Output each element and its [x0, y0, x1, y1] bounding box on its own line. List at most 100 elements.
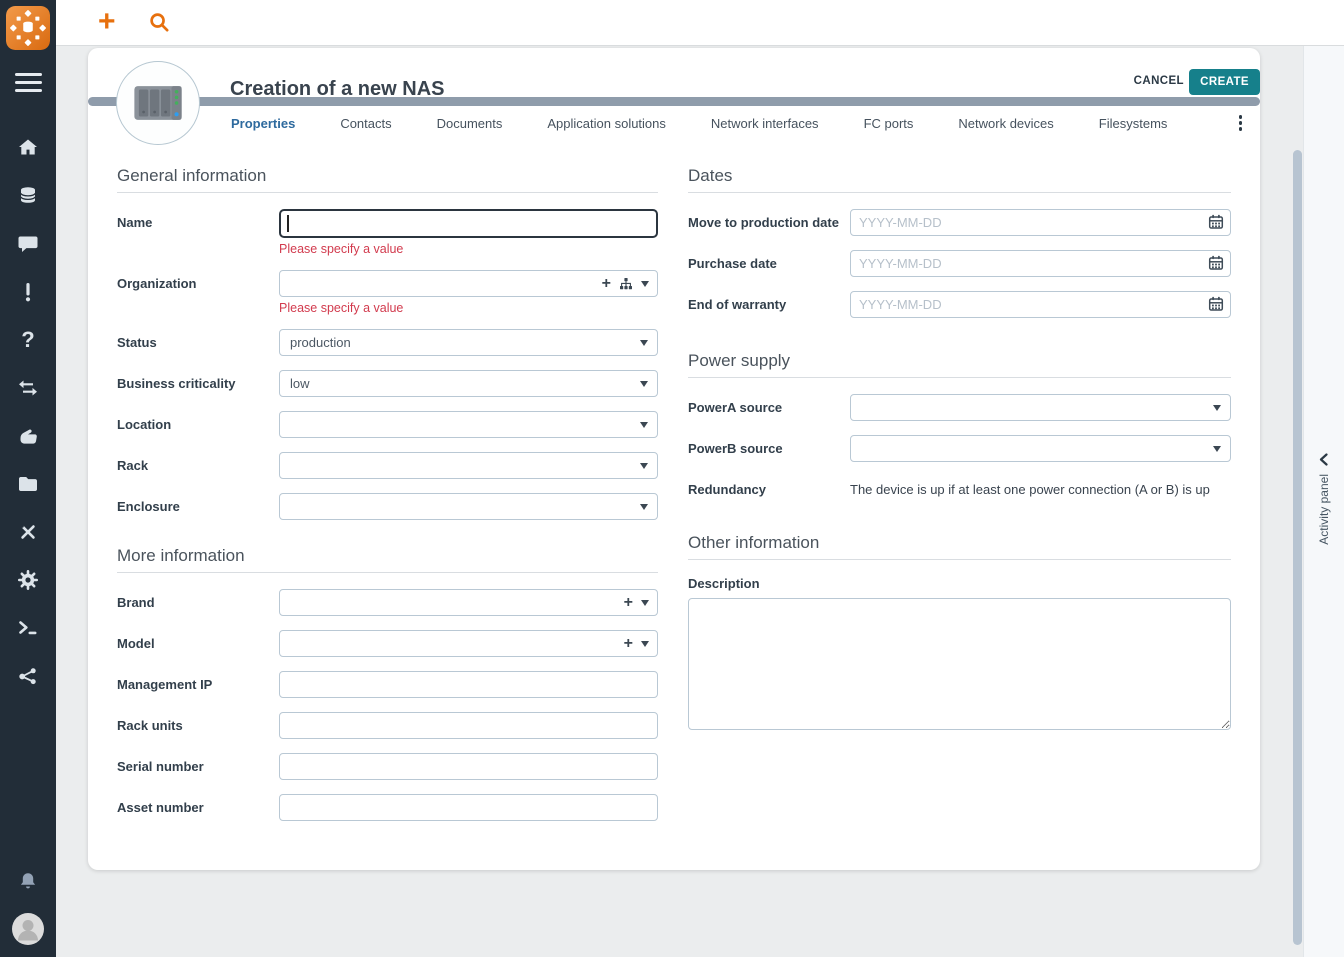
field-redundancy: Redundancy The device is up if at least …: [688, 476, 1231, 497]
activity-panel-label[interactable]: Activity panel: [1317, 474, 1331, 545]
field-powera-source-label: PowerA source: [688, 400, 783, 415]
rack-units-input[interactable]: [279, 712, 658, 739]
field-rack: Rack: [117, 452, 658, 479]
calendar-icon[interactable]: [1208, 296, 1224, 312]
section-title-dates: Dates: [688, 166, 1231, 193]
nas-icon: [116, 61, 200, 145]
move-to-production-input[interactable]: [850, 209, 1231, 236]
settings-icon[interactable]: [16, 568, 40, 592]
changes-icon[interactable]: [16, 376, 40, 400]
brand-input[interactable]: [279, 589, 658, 616]
field-name-label: Name: [117, 215, 153, 230]
dropdown-icon[interactable]: [641, 280, 649, 287]
dropdown-icon: [640, 381, 648, 387]
dropdown-icon: [1213, 446, 1221, 452]
collapse-icon[interactable]: [1318, 453, 1329, 466]
field-description: Description: [688, 576, 1231, 730]
add-icon[interactable]: +: [98, 2, 116, 42]
add-brand-icon[interactable]: +: [624, 594, 633, 611]
enclosure-select[interactable]: [279, 493, 658, 520]
data-icon[interactable]: [16, 184, 40, 208]
calendar-icon[interactable]: [1208, 255, 1224, 271]
top-toolbar: +: [56, 0, 1344, 46]
tab-properties[interactable]: Properties: [231, 116, 295, 131]
add-organization-icon[interactable]: +: [602, 275, 611, 292]
location-select[interactable]: [279, 411, 658, 438]
app-logo-icon[interactable]: [6, 6, 50, 50]
sidebar-nav: ?: [16, 136, 40, 688]
criticality-value: low: [290, 376, 310, 391]
tab-documents[interactable]: Documents: [437, 116, 503, 131]
tab-contacts[interactable]: Contacts: [340, 116, 391, 131]
dropdown-icon[interactable]: [641, 599, 649, 606]
sidebar-bottom: [12, 869, 44, 945]
field-purchase-date: Purchase date: [688, 250, 1231, 277]
field-end-of-warranty: End of warranty: [688, 291, 1231, 318]
asset-number-input[interactable]: [279, 794, 658, 821]
menu-icon[interactable]: [14, 73, 42, 92]
share-icon[interactable]: [16, 664, 40, 688]
powerb-source-select[interactable]: [850, 435, 1231, 462]
serial-number-input[interactable]: [279, 753, 658, 780]
field-rack-units-label: Rack units: [117, 718, 183, 733]
dropdown-icon: [640, 504, 648, 510]
powera-source-select[interactable]: [850, 394, 1231, 421]
field-purchase-date-label: Purchase date: [688, 256, 777, 271]
name-input[interactable]: [279, 209, 658, 238]
calendar-icon[interactable]: [1208, 214, 1224, 230]
model-input[interactable]: [279, 630, 658, 657]
create-button[interactable]: CREATE: [1189, 69, 1260, 95]
dropdown-icon: [640, 463, 648, 469]
field-management-ip-label: Management IP: [117, 677, 213, 692]
field-organization-label: Organization: [117, 276, 197, 291]
header-divider-bar: [88, 97, 1260, 106]
management-ip-input[interactable]: [279, 671, 658, 698]
section-title-power: Power supply: [688, 351, 1231, 378]
more-icon[interactable]: [1233, 112, 1249, 134]
notifications-icon[interactable]: [16, 869, 40, 893]
vertical-scrollbar[interactable]: [1293, 150, 1302, 945]
search-icon[interactable]: [148, 11, 171, 34]
description-textarea[interactable]: [688, 598, 1231, 730]
end-of-warranty-input[interactable]: [850, 291, 1231, 318]
configuration-icon[interactable]: [16, 472, 40, 496]
criticality-select[interactable]: low: [279, 370, 658, 397]
tools-icon[interactable]: [16, 520, 40, 544]
text-cursor: [287, 215, 289, 232]
tab-application-solutions[interactable]: Application solutions: [547, 116, 666, 131]
field-organization: Organization + Please specify a value: [117, 270, 658, 315]
rack-select[interactable]: [279, 452, 658, 479]
tab-network-devices[interactable]: Network devices: [958, 116, 1053, 131]
org-tree-icon[interactable]: [619, 277, 633, 291]
tab-fc-ports[interactable]: FC ports: [864, 116, 914, 131]
field-status: Status production: [117, 329, 658, 356]
field-model-label: Model: [117, 636, 155, 651]
sidebar: ?: [0, 0, 56, 957]
field-enclosure: Enclosure: [117, 493, 658, 520]
chat-icon[interactable]: [16, 232, 40, 256]
tab-network-interfaces[interactable]: Network interfaces: [711, 116, 819, 131]
add-model-icon[interactable]: +: [624, 635, 633, 652]
field-criticality: Business criticality low: [117, 370, 658, 397]
cancel-button[interactable]: CANCEL: [1128, 74, 1190, 88]
user-avatar[interactable]: [12, 913, 44, 945]
console-icon[interactable]: [16, 616, 40, 640]
help-icon[interactable]: ?: [16, 328, 40, 352]
field-redundancy-label: Redundancy: [688, 482, 767, 497]
field-powerb-source: PowerB source: [688, 435, 1231, 462]
form-column-right: Dates Move to production date Purchase d…: [688, 166, 1231, 730]
tab-filesystems[interactable]: Filesystems: [1099, 116, 1168, 131]
field-rack-units: Rack units: [117, 712, 658, 739]
field-powerb-source-label: PowerB source: [688, 441, 783, 456]
field-serial-number: Serial number: [117, 753, 658, 780]
services-icon[interactable]: [16, 424, 40, 448]
incident-icon[interactable]: [16, 280, 40, 304]
field-end-of-warranty-label: End of warranty: [688, 297, 787, 312]
dropdown-icon[interactable]: [641, 640, 649, 647]
status-select[interactable]: production: [279, 329, 658, 356]
tab-bar: Properties Contacts Documents Applicatio…: [231, 106, 1248, 140]
activity-panel-collapsed: Activity panel: [1303, 46, 1344, 957]
field-enclosure-label: Enclosure: [117, 499, 180, 514]
purchase-date-input[interactable]: [850, 250, 1231, 277]
home-icon[interactable]: [16, 136, 40, 160]
